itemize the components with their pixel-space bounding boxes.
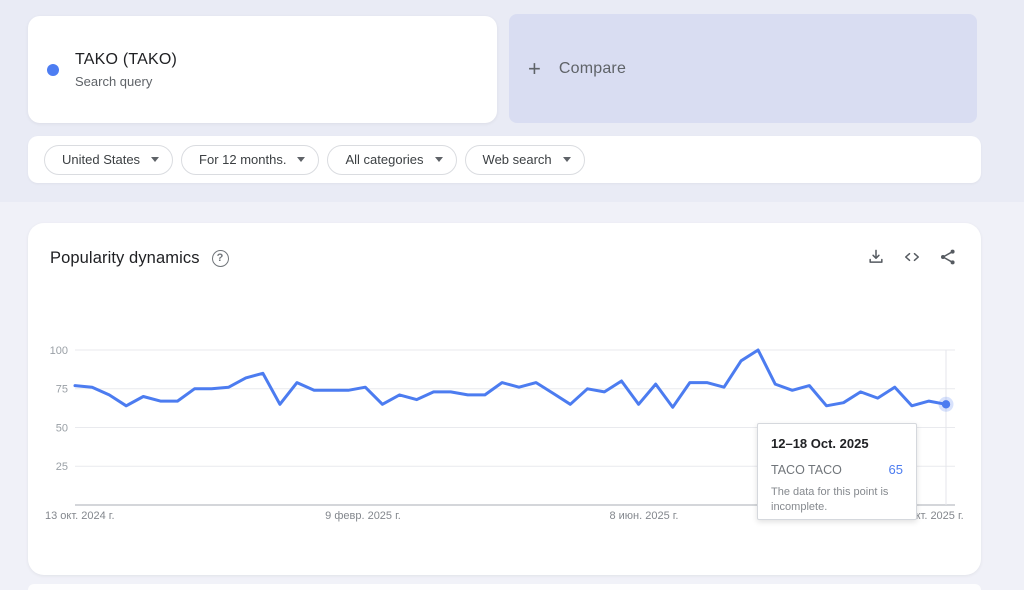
- search-term-subtitle: Search query: [75, 74, 177, 89]
- trend-line: [75, 350, 946, 407]
- download-icon[interactable]: [865, 247, 887, 269]
- chart-header: Popularity dynamics ?: [50, 245, 959, 271]
- y-tick-100: 100: [50, 345, 68, 357]
- chart-canvas[interactable]: 100 75 50 25 13 окт. 2024 г. 9 февр. 202…: [28, 223, 981, 575]
- search-term-text: TAKO (TAKO) Search query: [75, 51, 177, 89]
- next-card-top-edge: [28, 584, 981, 590]
- search-term-title: TAKO (TAKO): [75, 51, 177, 69]
- share-icon[interactable]: [937, 247, 959, 269]
- compare-label: Compare: [559, 60, 626, 78]
- compare-add-button[interactable]: + Compare: [509, 14, 977, 123]
- last-point-dot: [942, 400, 950, 408]
- filter-time-range-label: For 12 months.: [199, 152, 286, 167]
- chevron-down-icon: [435, 157, 443, 162]
- search-term-card[interactable]: TAKO (TAKO) Search query: [28, 16, 497, 123]
- tooltip-date: 12–18 Oct. 2025: [771, 436, 903, 451]
- filter-search-type-chip[interactable]: Web search: [465, 145, 585, 175]
- plus-icon: +: [528, 58, 541, 80]
- chart-actions: [865, 247, 959, 269]
- chevron-down-icon: [563, 157, 571, 162]
- y-tick-25: 25: [56, 461, 68, 473]
- tooltip-value: 65: [889, 462, 903, 477]
- y-tick-75: 75: [56, 384, 68, 396]
- filter-time-range-chip[interactable]: For 12 months.: [181, 145, 319, 175]
- y-tick-50: 50: [56, 423, 68, 435]
- filter-category-chip[interactable]: All categories: [327, 145, 456, 175]
- chart-tooltip: 12–18 Oct. 2025 TACO TACO 65 The data fo…: [757, 423, 917, 520]
- filter-bar: United States For 12 months. All categor…: [28, 136, 981, 183]
- chart-title: Popularity dynamics: [50, 249, 200, 268]
- filter-category-label: All categories: [345, 152, 423, 167]
- tooltip-note: The data for this point is incomplete.: [771, 485, 903, 515]
- chevron-down-icon: [151, 157, 159, 162]
- filter-region-chip[interactable]: United States: [44, 145, 173, 175]
- chevron-down-icon: [297, 157, 305, 162]
- help-icon[interactable]: ?: [212, 250, 229, 267]
- x-tick-oct-2024: 13 окт. 2024 г.: [45, 510, 115, 522]
- tooltip-series-row: TACO TACO 65: [771, 462, 903, 477]
- tooltip-series-name: TACO TACO: [771, 463, 842, 477]
- popularity-dynamics-card: Popularity dynamics ? 100: [28, 223, 981, 575]
- x-tick-feb-2025: 9 февр. 2025 г.: [325, 510, 401, 522]
- series-color-dot-icon: [47, 64, 59, 76]
- x-tick-jun-2025: 8 июн. 2025 г.: [609, 510, 678, 522]
- filter-region-label: United States: [62, 152, 140, 167]
- filter-search-type-label: Web search: [483, 152, 552, 167]
- embed-code-icon[interactable]: [901, 247, 923, 269]
